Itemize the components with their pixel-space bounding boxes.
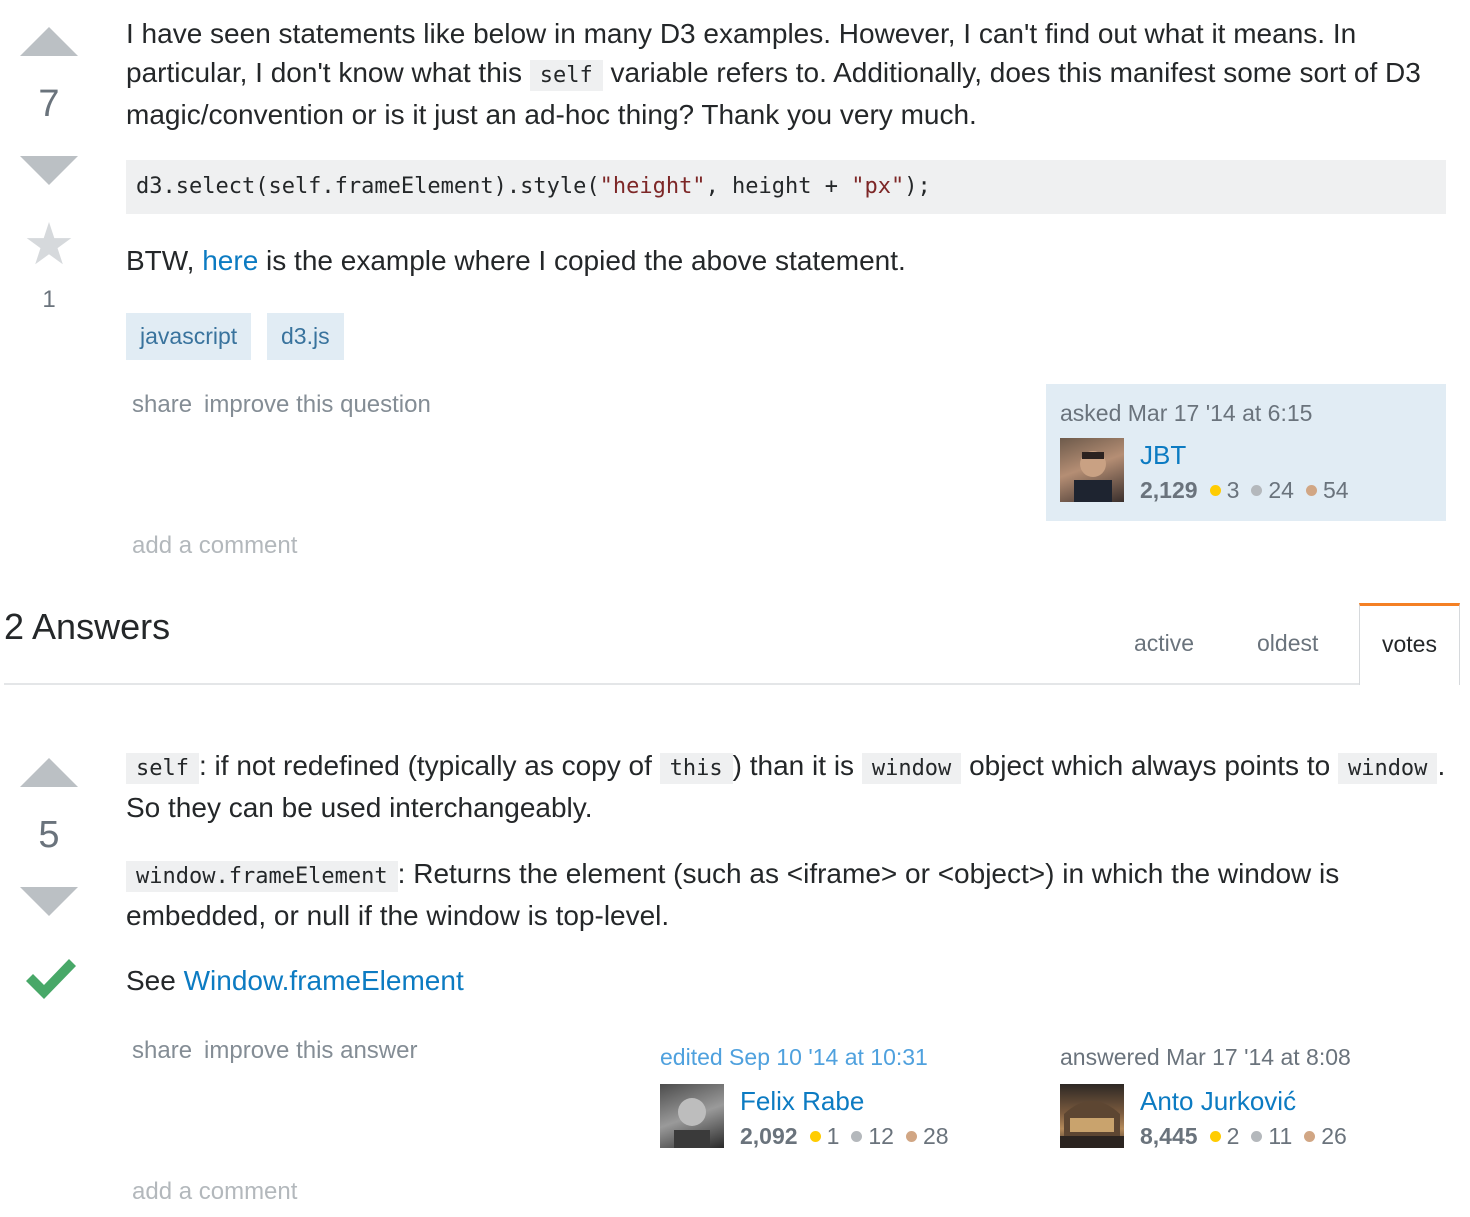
- user-reputation: 2,129 3 24 54: [1140, 477, 1349, 504]
- gold-badge-icon: [809, 1131, 821, 1143]
- asked-signature-card: asked Mar 17 '14 at 6:15 JBT 2,129 3 24 54: [1046, 384, 1446, 521]
- answer-body-paragraph-1: self: if not redefined (typically as cop…: [126, 746, 1456, 827]
- favorite-star-icon[interactable]: ★: [19, 216, 79, 274]
- silver-badge-icon: [1251, 485, 1263, 497]
- bronze-badge-icon: [905, 1131, 917, 1143]
- gold-badge-count: 1: [826, 1123, 840, 1149]
- inline-code-this: this: [659, 753, 733, 784]
- code-part: d3.select(self.frameElement).style(: [136, 174, 600, 199]
- answer-text: object which always points to: [961, 750, 1338, 781]
- reputation-score: 2,129: [1140, 477, 1198, 503]
- reputation-score: 2,092: [740, 1123, 798, 1149]
- answers-tabs-divider: [4, 683, 1460, 685]
- tab-votes-label: votes: [1382, 631, 1437, 657]
- answer-text: ) than it is: [732, 750, 862, 781]
- answer-vote-count: 5: [38, 814, 60, 856]
- share-link[interactable]: share: [132, 391, 192, 418]
- code-part: , height +: [705, 174, 852, 199]
- silver-badge-icon: [851, 1131, 863, 1143]
- bronze-badge-count: 26: [1321, 1123, 1347, 1149]
- answer-text: : if not redefined (typically as copy of: [198, 750, 660, 781]
- user-name-anto-jurkovic[interactable]: Anto Jurković: [1140, 1086, 1296, 1117]
- accepted-checkmark-icon: [24, 955, 78, 1008]
- avatar[interactable]: [1060, 438, 1124, 502]
- silver-badge-icon: [1251, 1131, 1263, 1143]
- inline-code-window: window: [861, 753, 962, 784]
- example-link[interactable]: here: [202, 245, 258, 276]
- avatar-person-icon: [1074, 451, 1112, 502]
- question-vote-up-button[interactable]: [20, 27, 78, 56]
- user-reputation: 2,092 1 12 28: [740, 1123, 949, 1150]
- silver-badge-count: 11: [1268, 1123, 1293, 1149]
- tab-active[interactable]: active: [1134, 630, 1194, 657]
- answered-time: answered Mar 17 '14 at 8:08: [1060, 1044, 1351, 1070]
- question-add-comment-link[interactable]: add a comment: [132, 532, 297, 560]
- gold-badge-icon: [1209, 1131, 1221, 1143]
- code-string: "height": [599, 174, 706, 199]
- bronze-badge-count: 28: [922, 1123, 949, 1149]
- reputation-score: 8,445: [1140, 1123, 1198, 1149]
- btw-text-2: is the example where I copied the above …: [258, 245, 906, 276]
- tag-d3js[interactable]: d3.js: [267, 313, 344, 360]
- answer-vote-down-button[interactable]: [20, 887, 78, 916]
- asked-time: asked Mar 17 '14 at 6:15: [1060, 400, 1313, 426]
- answer-vote-up-button[interactable]: [20, 758, 78, 787]
- silver-badge-count: 24: [1268, 477, 1294, 503]
- inline-code-frameelement: window.frameElement: [126, 861, 398, 892]
- question-vote-count: 7: [38, 83, 60, 125]
- inline-code-self: self: [126, 753, 199, 784]
- tab-oldest[interactable]: oldest: [1257, 630, 1318, 657]
- gold-badge-count: 3: [1226, 477, 1240, 503]
- improve-question-link[interactable]: improve this question: [204, 391, 431, 418]
- answer-text: See: [126, 965, 184, 996]
- answer-body-paragraph-2: window.frameElement: Returns the element…: [126, 854, 1446, 935]
- answered-signature: answered Mar 17 '14 at 8:08 Anto Jurkovi…: [1060, 1044, 1450, 1154]
- bronze-badge-count: 54: [1322, 477, 1349, 503]
- silver-badge-count: 12: [868, 1123, 894, 1149]
- bronze-badge-icon: [1305, 485, 1317, 497]
- user-reputation: 8,445 2 11 26: [1140, 1123, 1347, 1150]
- question-vote-down-button[interactable]: [20, 156, 78, 185]
- edited-time-link[interactable]: edited Sep 10 '14 at 10:31: [660, 1044, 928, 1071]
- answer-body-paragraph-3: See Window.frameElement: [126, 961, 464, 1000]
- gold-badge-count: 2: [1226, 1123, 1240, 1149]
- avatar[interactable]: [660, 1084, 724, 1148]
- question-post-menu: share improve this question: [132, 391, 443, 419]
- favorite-count: 1: [42, 286, 56, 313]
- answer-add-comment-link[interactable]: add a comment: [132, 1178, 297, 1206]
- btw-text: BTW,: [126, 245, 203, 276]
- window-frameelement-link[interactable]: Window.frameElement: [184, 965, 464, 996]
- avatar-person-icon: [674, 1098, 710, 1148]
- bronze-badge-icon: [1304, 1131, 1316, 1143]
- gold-badge-icon: [1209, 485, 1221, 497]
- code-string: "px": [851, 174, 905, 199]
- edited-signature: edited Sep 10 '14 at 10:31 Felix Rabe 2,…: [660, 1044, 1020, 1154]
- improve-answer-link[interactable]: improve this answer: [204, 1037, 417, 1064]
- answers-count-heading: 2 Answers: [4, 606, 171, 647]
- share-link[interactable]: share: [132, 1037, 192, 1064]
- question-body-paragraph-2: BTW, here is the example where I copied …: [126, 241, 1456, 280]
- avatar[interactable]: [1060, 1084, 1124, 1148]
- answer-post-menu: share improve this answer: [132, 1037, 429, 1065]
- code-part: );: [904, 174, 931, 199]
- inline-code-self: self: [529, 60, 603, 91]
- tab-votes[interactable]: votes: [1359, 603, 1460, 685]
- question-body-paragraph-1: I have seen statements like below in man…: [126, 14, 1456, 134]
- user-name-felix-rabe[interactable]: Felix Rabe: [740, 1086, 864, 1117]
- inline-code-window-2: window: [1337, 753, 1438, 784]
- question-code-block: d3.select(self.frameElement).style("heig…: [126, 160, 1446, 214]
- tag-javascript[interactable]: javascript: [126, 313, 252, 360]
- avatar-landscape-icon: [1060, 1101, 1124, 1148]
- user-name-jbt[interactable]: JBT: [1140, 440, 1186, 471]
